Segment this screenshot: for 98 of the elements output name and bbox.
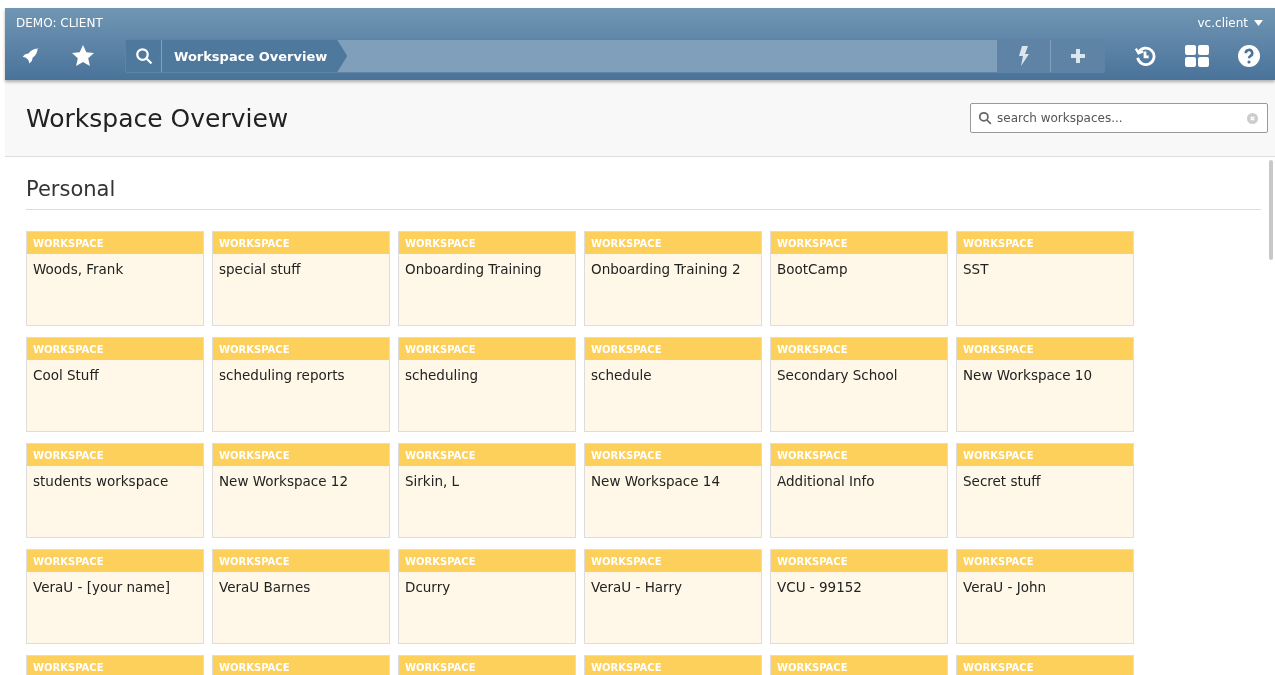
workspace-card[interactable]: WORKSPACE VCU - 99152 xyxy=(770,549,948,644)
caret-icon xyxy=(1254,20,1263,26)
breadcrumb-item[interactable]: Workspace Overview xyxy=(162,40,348,72)
card-label: WORKSPACE xyxy=(213,656,389,675)
card-label: WORKSPACE xyxy=(27,444,203,466)
card-title: Sirkin, L xyxy=(404,472,461,491)
workspace-card[interactable]: WORKSPACE BootCamp xyxy=(770,231,948,326)
search-button[interactable] xyxy=(126,40,162,72)
workspace-card[interactable]: WORKSPACE Cool Stuff xyxy=(26,337,204,432)
card-label: WORKSPACE xyxy=(771,338,947,360)
card-title: New Workspace 12 xyxy=(218,472,349,491)
card-title: New Workspace 10 xyxy=(962,366,1093,385)
card-title: Dcurry xyxy=(404,578,452,597)
card-title: schedule xyxy=(590,366,653,385)
card-label: WORKSPACE xyxy=(27,550,203,572)
workspace-card[interactable]: WORKSPACE students workspace xyxy=(26,443,204,538)
card-title: SST xyxy=(962,260,990,279)
workspace-card[interactable]: WORKSPACE Onboarding Training xyxy=(398,231,576,326)
card-label: WORKSPACE xyxy=(771,550,947,572)
clear-icon xyxy=(1247,113,1258,124)
workspace-card[interactable]: WORKSPACE Secret stuff xyxy=(956,443,1134,538)
grid-icon xyxy=(1185,45,1209,67)
history-icon xyxy=(1134,45,1156,67)
card-label: WORKSPACE xyxy=(771,656,947,675)
card-label: WORKSPACE xyxy=(399,550,575,572)
section-title: Personal xyxy=(26,177,1261,210)
workspace-card[interactable]: WORKSPACE New Workspace 10 xyxy=(956,337,1134,432)
card-title: VeraU - John xyxy=(962,578,1047,597)
card-title: Onboarding Training 2 xyxy=(590,260,742,279)
environment-label: DEMO: CLIENT xyxy=(16,16,103,30)
workspace-card[interactable]: WORKSPACE SST xyxy=(956,231,1134,326)
workspace-card[interactable]: WORKSPACE Dcurry xyxy=(398,549,576,644)
card-label: WORKSPACE xyxy=(771,444,947,466)
card-label: WORKSPACE xyxy=(585,550,761,572)
card-label: WORKSPACE xyxy=(771,232,947,254)
card-title: students workspace xyxy=(32,472,170,491)
card-label: WORKSPACE xyxy=(585,656,761,675)
card-title: VeraU - Harry xyxy=(590,578,683,597)
card-title: VeraU Barnes xyxy=(218,578,312,597)
workspace-card[interactable]: WORKSPACE Sirkin, L xyxy=(398,443,576,538)
workspace-card[interactable]: WORKSPACE scheduling xyxy=(398,337,576,432)
workspace-card[interactable]: WORKSPACE New Workspace 12 xyxy=(212,443,390,538)
card-title: scheduling reports xyxy=(218,366,346,385)
card-label: WORKSPACE xyxy=(213,550,389,572)
workspace-card[interactable]: WORKSPACE Woods, Frank xyxy=(26,231,204,326)
card-title: BootCamp xyxy=(776,260,849,279)
lightning-button[interactable] xyxy=(996,40,1050,72)
card-label: WORKSPACE xyxy=(27,656,203,675)
card-label: WORKSPACE xyxy=(399,338,575,360)
card-label: WORKSPACE xyxy=(213,232,389,254)
plus-icon xyxy=(1070,49,1085,63)
card-title: Secondary School xyxy=(776,366,899,385)
card-title: Onboarding Training xyxy=(404,260,543,279)
card-label: WORKSPACE xyxy=(399,656,575,675)
card-label: WORKSPACE xyxy=(585,338,761,360)
workspace-card[interactable]: WORKSPACE Secondary School xyxy=(770,337,948,432)
workspace-card[interactable]: WORKSPACE Onboarding Training 2 xyxy=(584,231,762,326)
card-label: WORKSPACE xyxy=(213,338,389,360)
workspace-card[interactable]: WORKSPACE scheduling reports xyxy=(212,337,390,432)
card-label: WORKSPACE xyxy=(957,444,1133,466)
page-title: Workspace Overview xyxy=(26,103,289,133)
workspace-card[interactable]: WORKSPACE VeraU - John xyxy=(956,549,1134,644)
workspace-card[interactable]: WORKSPACE special stuff xyxy=(212,231,390,326)
card-title: special stuff xyxy=(218,260,302,279)
card-label: WORKSPACE xyxy=(399,232,575,254)
scrollbar[interactable] xyxy=(1269,160,1273,260)
card-title: Cool Stuff xyxy=(32,366,100,385)
workspace-card[interactable]: WORKSPACE VeraU - [your name] xyxy=(26,549,204,644)
help-icon xyxy=(1238,45,1260,67)
card-label: WORKSPACE xyxy=(957,656,1133,675)
card-title: New Workspace 14 xyxy=(590,472,721,491)
workspace-card[interactable]: WORKSPACE schedule xyxy=(584,337,762,432)
card-label: WORKSPACE xyxy=(957,338,1133,360)
card-label: WORKSPACE xyxy=(27,338,203,360)
card-title: Woods, Frank xyxy=(32,260,125,279)
card-label: WORKSPACE xyxy=(957,550,1133,572)
card-label: WORKSPACE xyxy=(213,444,389,466)
search-field[interactable]: search workspaces... xyxy=(970,103,1268,133)
card-title: VCU - 99152 xyxy=(776,578,863,597)
card-title: scheduling xyxy=(404,366,480,385)
rocket-icon xyxy=(21,46,41,66)
card-title: Secret stuff xyxy=(962,472,1042,491)
workspace-card[interactable]: WORKSPACE Additional Info xyxy=(770,443,948,538)
workspace-card[interactable]: WORKSPACE New Workspace 14 xyxy=(584,443,762,538)
card-title: VeraU - [your name] xyxy=(32,578,172,597)
card-title: Additional Info xyxy=(776,472,876,491)
star-icon xyxy=(71,44,95,68)
add-button[interactable] xyxy=(1050,40,1104,72)
card-label: WORKSPACE xyxy=(585,444,761,466)
search-icon xyxy=(134,47,153,65)
workspace-card[interactable]: WORKSPACE VeraU - Harry xyxy=(584,549,762,644)
lightning-icon xyxy=(1017,46,1030,66)
search-icon xyxy=(978,111,992,125)
workspace-card[interactable]: WORKSPACE VeraU Barnes xyxy=(212,549,390,644)
card-label: WORKSPACE xyxy=(399,444,575,466)
card-label: WORKSPACE xyxy=(27,232,203,254)
card-label: WORKSPACE xyxy=(585,232,761,254)
card-label: WORKSPACE xyxy=(957,232,1133,254)
